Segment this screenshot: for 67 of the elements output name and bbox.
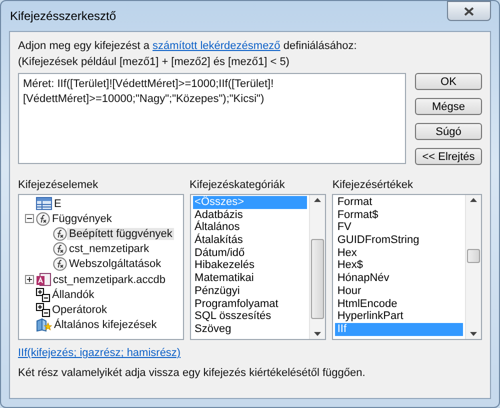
expand-icon[interactable] xyxy=(25,275,34,284)
scrollbar[interactable] xyxy=(465,195,481,339)
list-heading: Kifejezéselemek xyxy=(18,178,100,192)
list-item[interactable]: Dátum/idő xyxy=(192,246,308,260)
window-title: Kifejezésszerkesztő xyxy=(9,9,116,23)
list-item[interactable]: Adatbázis xyxy=(192,208,308,222)
tree-item[interactable]: Állandók xyxy=(50,288,96,301)
close-icon xyxy=(464,6,474,16)
syntax-link[interactable]: IIf(kifejezés; igazrész; hamisrész) xyxy=(18,346,181,360)
description-text: Két rész valamelyikét adja vissza egy kifejezés kiértékelésétől függően. xyxy=(18,366,366,380)
function-icon xyxy=(53,226,67,241)
tree-item[interactable]: cst_nemzetipark.accdb xyxy=(51,274,168,286)
list-box[interactable]: <Összes> Adatbázis Általános Átalakítás Dátum/idő Hibakezelés Matematikai Pénzügyi Programfolyamat SQL összesítés Szöveg xyxy=(190,194,326,340)
list-item[interactable]: HtmlEncode xyxy=(335,298,463,310)
scroll-up-icon[interactable] xyxy=(314,198,322,202)
list-item[interactable]: Hibakezelés xyxy=(192,259,308,272)
list-item[interactable]: Pénzügyi xyxy=(192,284,308,298)
list-item[interactable]: HónapNév xyxy=(335,272,463,285)
tree-view[interactable]: E Függvények Beépített függvények cst_nemzetipark Webszolgáltatások cst_nemzetipark.accdb Állandók Operátorok Általános kifejezések xyxy=(18,194,184,340)
tree-item[interactable]: Operátorok xyxy=(50,304,110,316)
scrollbar-thumb[interactable] xyxy=(311,239,324,319)
list-item[interactable]: Format$ xyxy=(335,208,463,222)
list-heading: Kifejezésértékek xyxy=(332,178,414,192)
list-item[interactable]: Átalakítás xyxy=(192,234,308,247)
scrollbar[interactable] xyxy=(309,195,326,339)
field-link[interactable]: számított lekérdezésmező xyxy=(152,40,280,52)
function-icon xyxy=(53,242,67,256)
list-item[interactable]: Hex xyxy=(335,246,463,260)
list-item[interactable]: Hex$ xyxy=(335,259,463,272)
dialog-button[interactable]: Mégse xyxy=(415,98,482,115)
tree-item[interactable]: Általános kifejezések xyxy=(52,319,159,332)
scroll-down-icon[interactable] xyxy=(314,332,322,336)
plus-minus-icon xyxy=(36,288,50,302)
list-item[interactable]: SQL összesítés xyxy=(192,310,308,323)
list-item[interactable]: HyperlinkPart xyxy=(335,310,463,323)
database-icon xyxy=(36,272,51,287)
list-item[interactable]: GUIDFromString xyxy=(335,234,463,247)
list-box[interactable]: Format Format$ FV GUIDFromString Hex Hex$ HónapNév Hour HtmlEncode HyperlinkPart IIf xyxy=(332,194,482,340)
tree-item[interactable]: Beépített függvények xyxy=(67,228,174,240)
list-heading: Kifejezéskategóriák xyxy=(190,178,286,192)
list-item[interactable]: Format xyxy=(335,196,463,209)
plus-minus-icon xyxy=(36,302,50,317)
dialog-button[interactable]: Súgó xyxy=(415,123,482,140)
folder-star-icon xyxy=(36,318,52,332)
instruction-text: Adjon meg egy kifejezést a számított lekérdezésmező definiálásához: xyxy=(18,39,358,54)
tree-item[interactable]: cst_nemzetipark xyxy=(67,243,152,256)
list-item[interactable]: Általános xyxy=(192,221,308,234)
expression-field[interactable]: Méret: IIf([Terület]![VédettMéret]>=1000;IIf([Terület]![VédettMéret]>=10000;"Nagy";"Közepes");"Kicsi") xyxy=(18,73,406,164)
close-button[interactable] xyxy=(447,1,491,21)
tree-item[interactable]: E xyxy=(52,198,64,210)
collapse-icon[interactable] xyxy=(25,214,34,224)
dialog-button[interactable]: << Elrejtés xyxy=(415,148,482,165)
scrollbar-thumb[interactable] xyxy=(467,249,480,263)
example-text: (Kifejezések például [mező1] + [mező2] és [mező1] < 5) xyxy=(18,55,290,70)
scroll-down-icon[interactable] xyxy=(470,332,477,336)
list-item[interactable]: Matematikai xyxy=(192,272,308,285)
tree-item[interactable]: Webszolgáltatások xyxy=(67,258,164,270)
scroll-up-icon[interactable] xyxy=(470,198,477,202)
tree-item[interactable]: Függvények xyxy=(50,212,114,225)
function-icon xyxy=(36,212,50,226)
list-item[interactable]: Programfolyamat xyxy=(192,298,308,310)
list-item[interactable]: Hour xyxy=(335,284,463,298)
table-icon xyxy=(36,197,52,210)
list-item[interactable]: Szöveg xyxy=(192,322,308,336)
function-icon xyxy=(53,257,67,272)
list-item[interactable]: FV xyxy=(335,221,463,234)
dialog-button[interactable]: OK xyxy=(415,73,482,90)
